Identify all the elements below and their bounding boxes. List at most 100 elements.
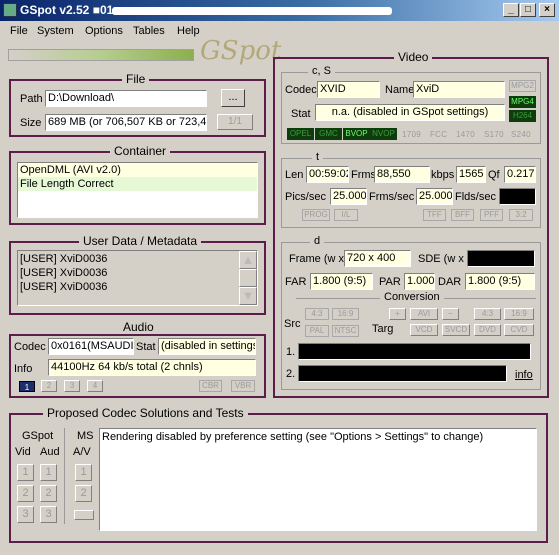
- audio-stat-field: (disabled in settings): [158, 338, 256, 355]
- info-link[interactable]: info: [515, 369, 533, 381]
- proposed-divider: [64, 428, 65, 524]
- menu-tables[interactable]: Tables: [133, 25, 165, 37]
- audio-stream-3[interactable]: 3: [64, 380, 80, 392]
- il-flag: I/L: [334, 209, 358, 221]
- scroll-thumb[interactable]: [239, 269, 257, 287]
- video-name-field: XviD: [413, 81, 505, 98]
- targ-vcd[interactable]: VCD: [410, 324, 438, 336]
- aud-test-1[interactable]: 1: [40, 464, 57, 481]
- frame-label: Frame (w x: [289, 253, 344, 265]
- audio-info-label: Info: [14, 363, 33, 375]
- ms-label: MS: [77, 430, 94, 442]
- src-ntsc: NTSC: [332, 325, 359, 337]
- video-title: Video: [394, 50, 433, 64]
- userdata-row: [USER] XviD0036: [20, 253, 108, 265]
- userdata-title: User Data / Metadata: [79, 234, 202, 248]
- menu-system[interactable]: System: [37, 25, 74, 37]
- targ-avi[interactable]: AVI: [410, 308, 438, 320]
- far-label: FAR: [285, 276, 307, 288]
- opel-flag: OPEL: [287, 128, 314, 140]
- part-indicator: 1/1: [217, 114, 253, 130]
- bvop-flag: BVOP: [343, 128, 370, 140]
- targ-dvd[interactable]: DVD: [474, 324, 501, 336]
- pff-flag: PFF: [480, 209, 503, 221]
- tff-flag: TFF: [423, 209, 446, 221]
- container-title: Container: [110, 144, 171, 158]
- proposed-message-box: Rendering disabled by preference setting…: [99, 428, 537, 531]
- av-label: A/V: [73, 446, 91, 458]
- par-label: PAR: [379, 276, 401, 288]
- line2-field: [298, 365, 507, 382]
- proposed-title: Proposed Codec Solutions and Tests: [43, 406, 248, 420]
- audio-info-field: 44100Hz 64 kb/s total (2 chnls): [48, 359, 256, 376]
- minimize-button[interactable]: _: [503, 3, 519, 17]
- kbps-field: 1565: [456, 166, 486, 183]
- audio-stream-1[interactable]: 1: [19, 381, 35, 392]
- d-title: d: [310, 235, 325, 247]
- size-field: 689 MB (or 706,507 KB or 723,46: [45, 114, 207, 131]
- vid-test-2[interactable]: 2: [17, 485, 34, 502]
- mpg4-flag: MPG4: [509, 96, 536, 108]
- flag-s240: S240: [511, 130, 531, 139]
- ms-test-bar[interactable]: [74, 510, 94, 520]
- vid-test-1[interactable]: 1: [17, 464, 34, 481]
- targ-minus[interactable]: −: [442, 308, 459, 320]
- flag-1709: 1709: [402, 130, 421, 139]
- kbps-label: kbps: [431, 169, 455, 181]
- src-16-9: 16:9: [332, 308, 359, 320]
- flds-label: Flds/sec: [455, 191, 496, 203]
- menu-help[interactable]: Help: [177, 25, 200, 37]
- ms-test-1[interactable]: 1: [75, 464, 92, 481]
- audio-stream-2[interactable]: 2: [41, 380, 57, 392]
- line1-label: 1.: [286, 346, 296, 358]
- targ-plus[interactable]: +: [389, 308, 406, 320]
- pics-label: Pics/sec: [285, 191, 326, 203]
- userdata-row: [USER] XviD0036: [20, 281, 108, 293]
- targ-svcd[interactable]: SVCD: [442, 324, 470, 336]
- scroll-up-icon[interactable]: ▲: [239, 251, 257, 269]
- sde-label: SDE (w x: [418, 253, 464, 265]
- maximize-button[interactable]: □: [520, 3, 536, 17]
- far-field: 1.800 (9:5): [310, 273, 373, 290]
- close-button[interactable]: ×: [539, 3, 555, 17]
- ms-test-2[interactable]: 2: [75, 485, 92, 502]
- progress-strip: [8, 49, 194, 61]
- prog-flag: PROG: [302, 209, 330, 221]
- flag-fcc: FCC: [430, 130, 448, 139]
- userdata-list: [USER] XviD0036 [USER] XviD0036 [USER] X…: [17, 250, 258, 306]
- pics-field: 25.000: [330, 188, 367, 205]
- conversion-title: Conversion: [380, 291, 444, 303]
- container-line: File Length Correct: [18, 177, 257, 191]
- window-title: GSpot v2.52 ■01:: [20, 3, 118, 17]
- targ-label: Targ: [372, 323, 394, 335]
- vid-label: Vid: [15, 446, 31, 458]
- len-field: 00:59:02: [306, 166, 349, 183]
- menu-options[interactable]: Options: [85, 25, 123, 37]
- userdata-scrollbar[interactable]: ▲ ▼: [239, 251, 257, 305]
- targ-4-3[interactable]: 4:3: [474, 308, 501, 320]
- par-field: 1.000: [404, 273, 435, 290]
- nvop-flag: NVOP: [370, 128, 397, 140]
- audio-stream-4[interactable]: 4: [87, 380, 103, 392]
- flds-field: [499, 188, 536, 205]
- len-label: Len: [285, 169, 304, 181]
- dar-label: DAR: [438, 276, 462, 288]
- targ-cvd[interactable]: CVD: [504, 324, 534, 336]
- userdata-row: [USER] XviD0036: [20, 267, 108, 279]
- video-stat-label: Stat: [291, 108, 311, 120]
- path-field[interactable]: D:\Download\: [45, 90, 207, 107]
- flag-1470: 1470: [456, 130, 475, 139]
- line1-field: [298, 343, 531, 360]
- title-bar: GSpot v2.52 ■01: _ □ ×: [0, 0, 559, 21]
- size-label: Size: [20, 117, 42, 129]
- scroll-down-icon[interactable]: ▼: [239, 287, 257, 305]
- targ-16-9[interactable]: 16:9: [504, 308, 534, 320]
- src-pal: PAL: [305, 325, 329, 337]
- aud-test-3[interactable]: 3: [40, 506, 57, 523]
- 32-flag: 3:2: [509, 209, 533, 221]
- browse-button[interactable]: ...: [221, 89, 245, 107]
- aud-test-2[interactable]: 2: [40, 485, 57, 502]
- proposed-message: Rendering disabled by preference setting…: [102, 431, 484, 443]
- vid-test-3[interactable]: 3: [17, 506, 34, 523]
- menu-file[interactable]: File: [10, 25, 28, 37]
